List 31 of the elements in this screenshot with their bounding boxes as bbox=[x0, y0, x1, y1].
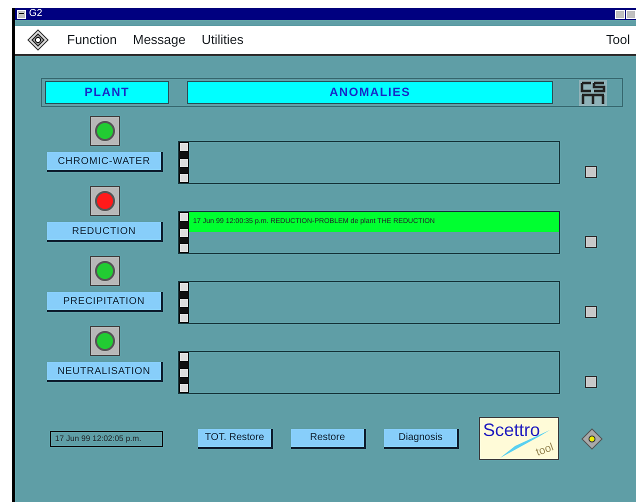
plant-button[interactable]: REDUCTION bbox=[47, 222, 163, 242]
action-button[interactable]: Restore bbox=[291, 428, 366, 448]
menu-item[interactable]: Tool bbox=[606, 30, 630, 50]
scrollbar[interactable] bbox=[179, 212, 189, 253]
window-icon[interactable] bbox=[17, 10, 26, 18]
checkbox[interactable] bbox=[585, 376, 597, 388]
column-header: PLANT bbox=[45, 81, 169, 104]
maximize-button[interactable] bbox=[626, 10, 636, 18]
date-time-display: 17 Jun 99 12:02:05 p.m. bbox=[50, 430, 163, 446]
logo-text: Scettro bbox=[483, 419, 540, 442]
menu-item[interactable]: Message bbox=[132, 30, 186, 50]
plant-button[interactable]: NEUTRALISATION bbox=[47, 362, 163, 382]
logo-subtext: tool bbox=[534, 440, 556, 460]
menu-item[interactable]: Utilities bbox=[202, 30, 244, 50]
plant-button[interactable]: CHROMIC-WATER bbox=[47, 152, 163, 172]
menu-item[interactable]: Function bbox=[67, 30, 117, 50]
diamond-logo-icon[interactable] bbox=[27, 29, 49, 51]
action-button[interactable]: Diagnosis bbox=[384, 428, 459, 448]
scrollbar[interactable] bbox=[179, 142, 189, 183]
plant-button[interactable]: PRECIPITATION bbox=[47, 292, 163, 312]
checkbox[interactable] bbox=[585, 166, 597, 178]
column-header: ANOMALIES bbox=[187, 81, 553, 104]
checkbox[interactable] bbox=[585, 236, 597, 248]
minimize-button[interactable] bbox=[615, 10, 625, 18]
scrollbar[interactable] bbox=[179, 352, 189, 393]
diamond-icon[interactable] bbox=[581, 428, 603, 450]
window-title: G2 bbox=[29, 8, 42, 20]
scrollbar[interactable] bbox=[179, 282, 189, 323]
checkbox[interactable] bbox=[585, 306, 597, 318]
csm-logo-icon bbox=[579, 80, 607, 106]
action-button[interactable]: TOT. Restore bbox=[198, 428, 273, 448]
